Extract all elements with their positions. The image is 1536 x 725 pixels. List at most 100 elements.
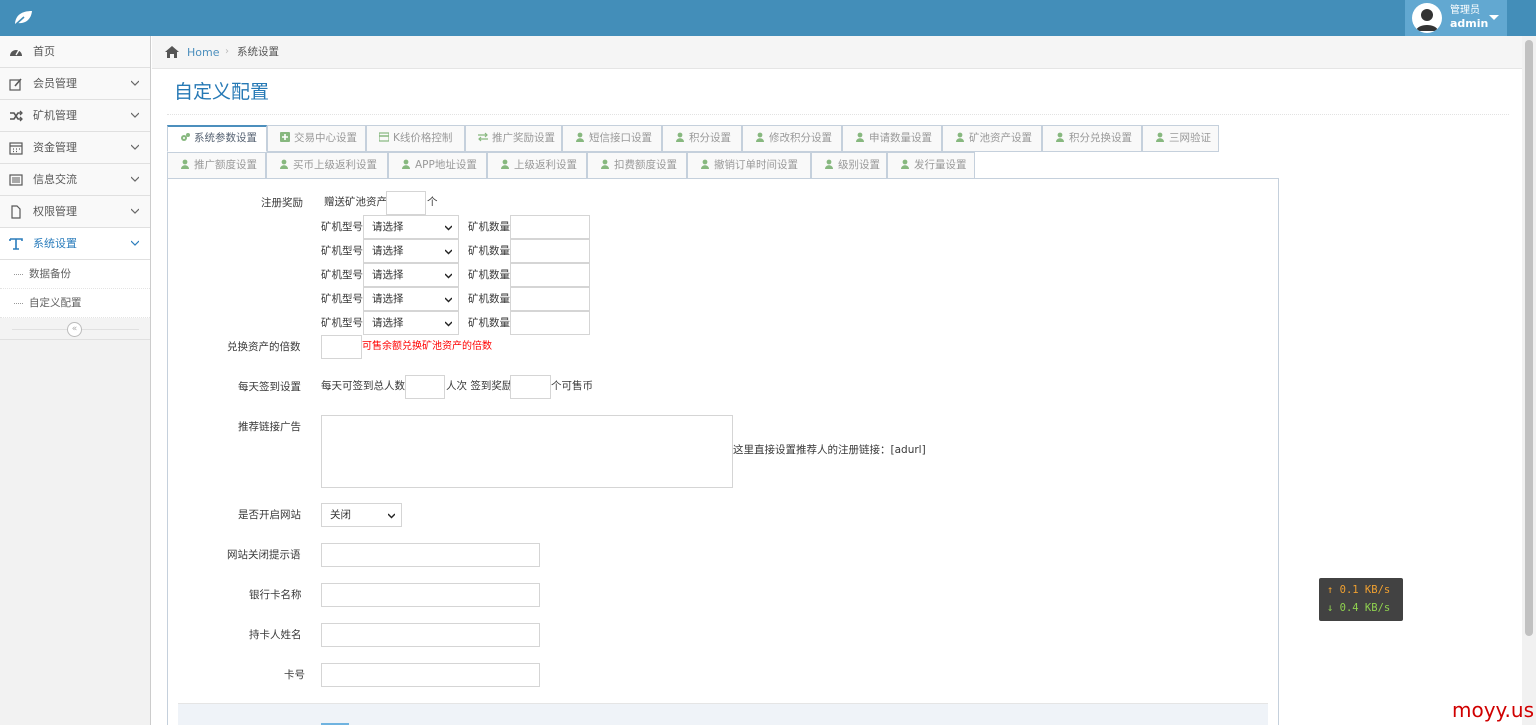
card-no-label: 卡号 [284, 669, 305, 681]
tab-10[interactable]: 积分兑换设置 [1042, 125, 1142, 152]
tab-label: 申请数量设置 [869, 132, 932, 144]
tab-1[interactable]: 系统参数设置 [167, 125, 267, 152]
sidebar: 首页 会员管理 矿机管理 资金管理 信息交流 权限管理 系统设置 数据备份 自定… [0, 36, 151, 725]
checkin-label: 每天签到设置 [238, 381, 301, 393]
tab-label: 上级返利设置 [514, 159, 577, 171]
list-alt-icon [9, 174, 23, 186]
sidebar-item-label: 系统设置 [33, 237, 77, 250]
checkin-reward-input[interactable] [510, 375, 551, 399]
checkin-suffix: 个可售币 [551, 380, 593, 392]
chevron-down-icon [131, 240, 139, 246]
machine-type-value: 请选择 [372, 317, 404, 329]
tab-8[interactable]: 申请数量设置 [842, 125, 942, 152]
user-icon [701, 159, 709, 169]
upload-speed: ↑ 0.1 KB/s [1327, 584, 1391, 596]
tab-3[interactable]: K线价格控制 [366, 125, 465, 152]
reg-reward-input[interactable] [386, 191, 426, 215]
tab-12[interactable]: 推广额度设置 [167, 152, 266, 179]
user-icon [1056, 132, 1064, 142]
site-open-label: 是否开启网站 [238, 509, 301, 521]
machine-type-select[interactable]: 请选择 [363, 311, 459, 335]
sidebar-item-home[interactable]: 首页 [0, 36, 150, 68]
site-open-select[interactable]: 关闭 [321, 503, 402, 527]
watermark: moyy.us [1452, 698, 1534, 722]
machine-qty-label: 矿机数量 [468, 221, 510, 233]
sidebar-item-miners[interactable]: 矿机管理 [0, 100, 150, 132]
card-no-input[interactable] [321, 663, 540, 687]
tab-7[interactable]: 修改积分设置 [742, 125, 842, 152]
bank-name-label: 银行卡名称 [249, 589, 302, 601]
breadcrumb-home-link[interactable]: Home [187, 46, 219, 59]
holder-input[interactable] [321, 623, 540, 647]
tab-15[interactable]: 上级返利设置 [487, 152, 587, 179]
sidebar-subitem-backup[interactable]: 数据备份 [0, 260, 150, 289]
tab-11[interactable]: 三网验证 [1142, 125, 1219, 152]
tree-connector [14, 274, 23, 275]
avatar [1412, 3, 1442, 33]
machine-qty-input[interactable] [510, 215, 590, 239]
tab-18[interactable]: 级别设置 [811, 152, 887, 179]
tab-label: 修改积分设置 [769, 132, 832, 144]
tab-label: 系统参数设置 [194, 132, 257, 144]
tab-label: 发行量设置 [914, 159, 967, 171]
machine-type-value: 请选择 [372, 245, 404, 257]
user-icon [181, 159, 189, 169]
tab-19[interactable]: 发行量设置 [887, 152, 975, 179]
user-role: 管理员 [1450, 5, 1480, 16]
machine-qty-label: 矿机数量 [468, 269, 510, 281]
machine-qty-input[interactable] [510, 239, 590, 263]
reg-reward-suffix: 个 [427, 196, 438, 208]
tab-17[interactable]: 撤销订单时间设置 [687, 152, 811, 179]
tree-connector [14, 303, 23, 304]
sidebar-subitem-custom-config[interactable]: 自定义配置 [0, 289, 150, 318]
tab-6[interactable]: 积分设置 [662, 125, 742, 152]
file-icon [11, 205, 21, 219]
chevron-down-icon [131, 80, 139, 86]
tab-2[interactable]: 交易中心设置 [267, 125, 366, 152]
machine-qty-label: 矿机数量 [468, 245, 510, 257]
credit-card-icon [379, 132, 389, 142]
scrollbar[interactable] [1522, 36, 1536, 725]
exchange-input[interactable] [321, 335, 362, 359]
sidebar-item-funds[interactable]: 资金管理 [0, 132, 150, 164]
tab-9[interactable]: 矿池资产设置 [942, 125, 1042, 152]
sidebar-item-settings[interactable]: 系统设置 [0, 228, 150, 260]
ad-hint: 这里直接设置推荐人的注册链接：[adurl] [733, 444, 926, 456]
machine-qty-label: 矿机数量 [468, 317, 510, 329]
reg-reward-label: 注册奖励 [261, 197, 303, 209]
machine-type-label: 矿机型号 [321, 293, 363, 305]
checkin-count-input[interactable] [405, 375, 445, 399]
machine-type-label: 矿机型号 [321, 317, 363, 329]
machine-type-label: 矿机型号 [321, 245, 363, 257]
tab-13[interactable]: 买币上级返利设置 [266, 152, 388, 179]
machine-qty-input[interactable] [510, 263, 590, 287]
machine-type-select[interactable]: 请选择 [363, 239, 459, 263]
tab-label: 积分兑换设置 [1069, 132, 1132, 144]
leaf-logo-icon[interactable] [12, 9, 34, 27]
sidebar-item-messages[interactable]: 信息交流 [0, 164, 150, 196]
sidebar-item-permissions[interactable]: 权限管理 [0, 196, 150, 228]
scrollbar-thumb[interactable] [1525, 40, 1533, 636]
close-tip-input[interactable] [321, 543, 540, 567]
tab-5[interactable]: 短信接口设置 [562, 125, 662, 152]
user-icon [676, 132, 684, 142]
machine-type-label: 矿机型号 [321, 269, 363, 281]
machine-type-select[interactable]: 请选择 [363, 215, 459, 239]
ad-label: 推荐链接广告 [238, 421, 301, 433]
machine-qty-input[interactable] [510, 311, 590, 335]
user-menu[interactable]: 管理员 admin [1405, 0, 1507, 36]
machine-type-value: 请选择 [372, 221, 404, 233]
ad-textarea[interactable] [321, 415, 733, 488]
machine-type-select[interactable]: 请选择 [363, 263, 459, 287]
sidebar-item-label: 权限管理 [33, 205, 77, 218]
tab-label: K线价格控制 [393, 132, 453, 144]
tab-14[interactable]: APP地址设置 [388, 152, 487, 179]
machine-type-select[interactable]: 请选择 [363, 287, 459, 311]
sidebar-item-members[interactable]: 会员管理 [0, 68, 150, 100]
bank-name-input[interactable] [321, 583, 540, 607]
collapse-sidebar-icon[interactable]: « [67, 322, 82, 337]
home-icon [165, 46, 179, 58]
tab-16[interactable]: 扣费额度设置 [587, 152, 687, 179]
tab-4[interactable]: 推广奖励设置 [465, 125, 562, 152]
machine-qty-input[interactable] [510, 287, 590, 311]
